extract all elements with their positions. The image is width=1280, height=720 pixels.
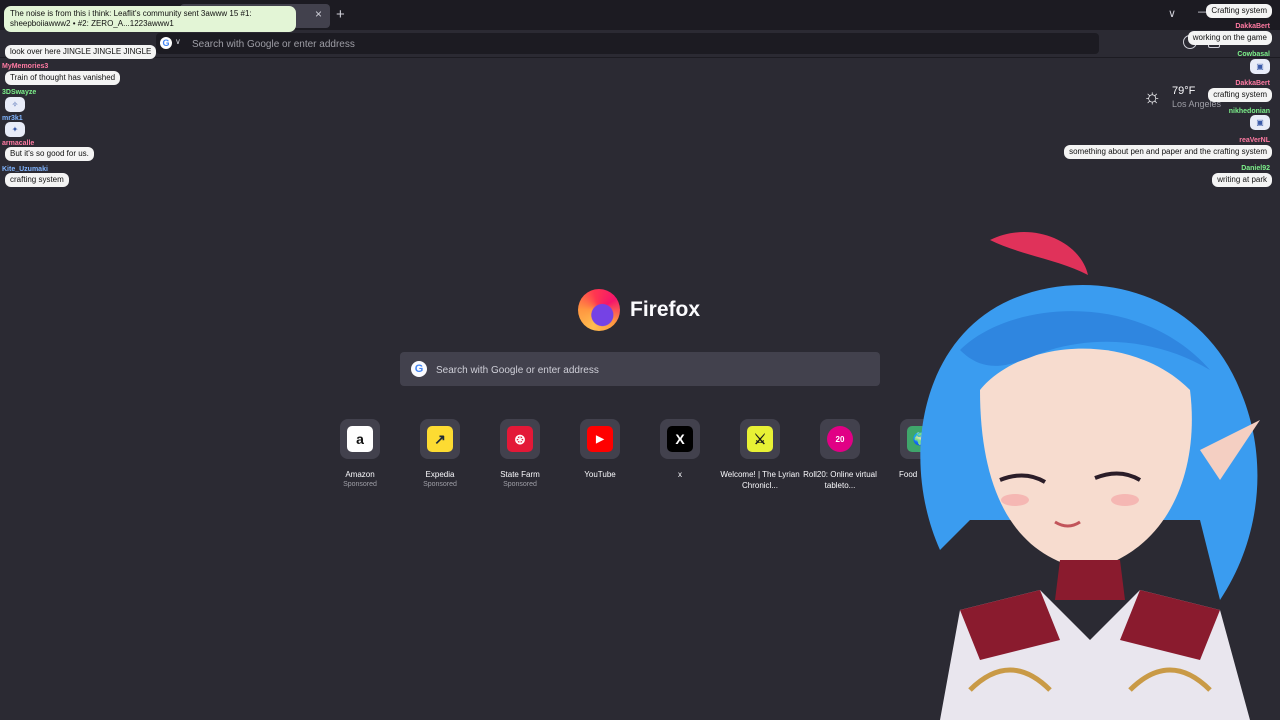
vtuber-avatar [920, 232, 1260, 720]
chat-message: something about pen and paper and the cr… [1064, 145, 1272, 159]
top-site-amazon[interactable]: a Amazon Sponsored [320, 419, 400, 489]
chat-message: crafting system [5, 173, 69, 187]
emote-icon: ✦ [5, 122, 25, 137]
chat-message: look over here JINGLE JINGLE JINGLE [5, 45, 157, 59]
amazon-icon: a [347, 426, 373, 452]
statefarm-icon: ⊛ [507, 426, 533, 452]
firefox-logo-icon [578, 289, 620, 331]
chat-message: crafting system [1208, 88, 1272, 102]
sponsored-label: Sponsored [503, 481, 537, 488]
expedia-icon: ↗ [427, 426, 453, 452]
chat-username: DakkaBert [1235, 23, 1270, 30]
top-site-title: Amazon [345, 470, 375, 479]
top-site-youtube[interactable]: ▶ YouTube [560, 419, 640, 480]
chat-username: nikhedonian [1228, 108, 1270, 115]
firefox-brand: Firefox [578, 289, 718, 331]
chat-message: Crafting system [1206, 4, 1272, 18]
google-icon: G [411, 361, 427, 377]
x-icon: X [667, 426, 693, 452]
weather-temperature: 79°F [1172, 85, 1196, 97]
roll20-icon: 20 [827, 426, 853, 452]
top-site-title: Welcome! | The Lyrian Chronicl... [720, 470, 800, 490]
firefox-wordmark: Firefox [630, 298, 701, 321]
chat-notice: The noise is from this i think: Leaflit'… [4, 6, 296, 32]
top-site-tile[interactable]: X [660, 419, 700, 459]
top-site-tile[interactable]: ⚔ [740, 419, 780, 459]
youtube-icon: ▶ [587, 426, 613, 452]
chat-message: But it's so good for us. [5, 147, 94, 161]
top-site-tile[interactable]: ▶ [580, 419, 620, 459]
avatar-collar [1055, 560, 1125, 600]
top-site-tile[interactable]: 20 [820, 419, 860, 459]
chat-username: Kite_Uzumaki [2, 166, 48, 173]
top-site-statefarm[interactable]: ⊛ State Farm Sponsored [480, 419, 560, 489]
chat-message: writing at park [1212, 173, 1272, 187]
chat-message: Train of thought has vanished [5, 71, 121, 85]
close-icon[interactable]: × [315, 7, 322, 21]
chat-username: Daniel92 [1241, 165, 1270, 172]
top-site-tile[interactable]: a [340, 419, 380, 459]
chat-username: 3DSwayze [2, 89, 37, 96]
address-bar[interactable]: G ∨ [156, 33, 1099, 56]
top-site-lyrian[interactable]: ⚔ Welcome! | The Lyrian Chronicl... [720, 419, 800, 491]
url-input[interactable] [190, 33, 1074, 56]
avatar-hair-tuft [990, 232, 1088, 275]
nav-bar: G ∨ [0, 30, 1280, 58]
top-site-title: x [678, 470, 682, 479]
top-site-title: Expedia [425, 470, 455, 479]
top-site-x[interactable]: X x [640, 419, 720, 480]
chevron-down-icon[interactable]: ∨ [1168, 7, 1176, 20]
top-site-title: State Farm [500, 470, 540, 479]
emote-icon: ✧ [5, 97, 25, 112]
top-site-tile[interactable]: ↗ [420, 419, 460, 459]
google-icon[interactable]: G [160, 37, 172, 49]
search-box[interactable]: G [400, 352, 880, 388]
chat-username: mr3k1 [2, 115, 23, 122]
sun-icon: ☼ [1143, 86, 1162, 108]
chat-username: reaVerNL [1239, 137, 1270, 144]
sponsored-label: Sponsored [343, 481, 377, 488]
top-site-title: YouTube [584, 470, 616, 479]
emote-icon: ▣ [1250, 115, 1270, 130]
top-site-tile[interactable]: ⊛ [500, 419, 540, 459]
chat-username: MyMemories3 [2, 63, 49, 70]
sponsored-label: Sponsored [423, 481, 457, 488]
lyrian-icon: ⚔ [747, 426, 773, 452]
avatar-blush [1111, 494, 1139, 506]
plus-icon[interactable]: + [336, 6, 345, 23]
avatar-face [980, 348, 1192, 570]
search-input[interactable] [434, 352, 868, 388]
top-site-expedia[interactable]: ↗ Expedia Sponsored [400, 419, 480, 489]
chevron-down-icon[interactable]: ∨ [175, 37, 181, 46]
chat-username: Cowbasal [1237, 51, 1270, 58]
chat-username: DakkaBert [1235, 80, 1270, 87]
avatar-blush [1001, 494, 1029, 506]
chat-message: working on the game [1187, 31, 1272, 45]
emote-icon: ▣ [1250, 59, 1270, 74]
chat-username: armacalle [2, 140, 35, 147]
